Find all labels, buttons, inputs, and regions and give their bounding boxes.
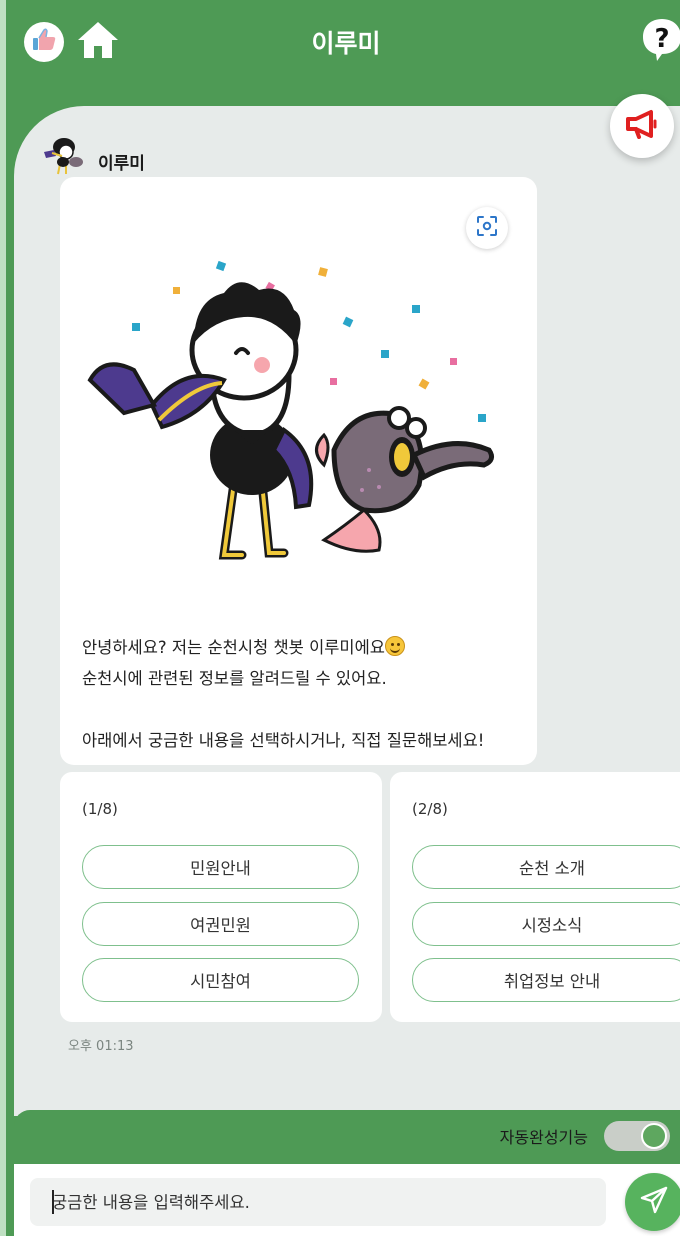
quick-reply-button[interactable]: 여권민원 — [82, 902, 359, 946]
message-input[interactable] — [30, 1178, 606, 1226]
chat-window: 이루미 ? 이루미 안녕하세요? 저는 순천시청 챗봇 이루미에요 순천시에 관… — [0, 0, 680, 1236]
quick-reply-button[interactable]: 민원안내 — [82, 845, 359, 889]
card-page-indicator: (2/8) — [412, 800, 448, 818]
header: 이루미 ? — [6, 0, 680, 108]
megaphone-icon — [624, 109, 660, 143]
bot-avatar — [40, 134, 88, 176]
autocomplete-bar: 자동완성기능 — [14, 1110, 680, 1164]
quick-reply-button[interactable]: 취업정보 안내 — [412, 958, 680, 1002]
mascot-illustration — [84, 255, 504, 575]
card-page-indicator: (1/8) — [82, 800, 118, 818]
question-mark-icon: ? — [640, 16, 680, 68]
svg-text:?: ? — [654, 24, 669, 54]
greeting-text: 안녕하세요? 저는 순천시청 챗봇 이루미에요 순천시에 관련된 정보를 알려드… — [82, 632, 532, 756]
quick-reply-card: (1/8) 민원안내 여권민원 시민참여 — [60, 772, 382, 1022]
announcement-button[interactable] — [610, 94, 674, 158]
text-caret — [52, 1190, 54, 1214]
mascot-avatar-icon — [44, 138, 83, 175]
autocomplete-toggle[interactable] — [604, 1121, 670, 1151]
quick-reply-button[interactable]: 시정소식 — [412, 902, 680, 946]
smiley-face-icon — [384, 636, 405, 656]
greeting-line-1: 안녕하세요? 저는 순천시청 챗봇 이루미에요 — [82, 638, 385, 657]
help-button[interactable]: ? — [640, 18, 680, 66]
bot-name: 이루미 — [98, 154, 145, 174]
message-timestamp: 오후 01:13 — [68, 1039, 134, 1054]
greeting-line-3: 아래에서 궁금한 내용을 선택하시거나, 직접 질문해보세요! — [82, 731, 485, 750]
page-title: 이루미 — [311, 29, 381, 58]
send-icon — [639, 1185, 669, 1219]
quick-reply-button[interactable]: 순천 소개 — [412, 845, 680, 889]
quick-reply-card: (2/8) 순천 소개 시정소식 취업정보 안내 — [390, 772, 680, 1022]
focus-scan-icon — [475, 214, 499, 242]
autocomplete-label: 자동완성기능 — [499, 1128, 588, 1147]
quick-reply-button[interactable]: 시민참여 — [82, 958, 359, 1002]
input-area — [14, 1164, 680, 1236]
send-button[interactable] — [625, 1173, 680, 1231]
image-zoom-button[interactable] — [466, 207, 508, 249]
toggle-knob — [641, 1123, 667, 1149]
greeting-line-2: 순천시에 관련된 정보를 알려드릴 수 있어요. — [82, 669, 387, 688]
